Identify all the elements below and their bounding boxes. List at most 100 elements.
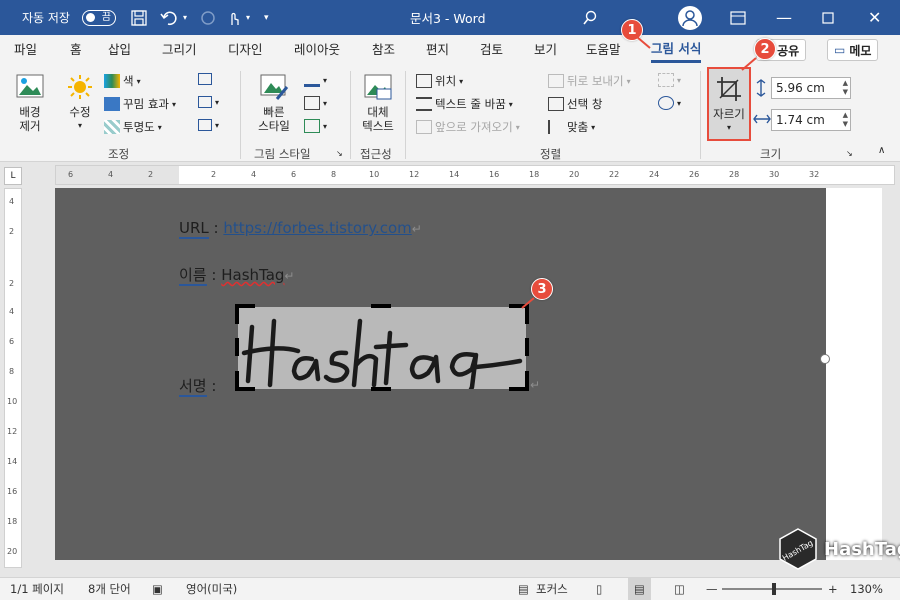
color-button[interactable]: 색 ▾ [104, 73, 141, 89]
url-link[interactable]: https://forbes.tistory.com [223, 219, 411, 237]
zoom-level[interactable]: 130% [850, 578, 883, 600]
signature-label: 서명 [179, 377, 207, 397]
language-indicator[interactable]: 영어(미국) [186, 578, 237, 600]
account-avatar[interactable] [678, 0, 702, 35]
comments-button[interactable]: ▭ 메모 [827, 39, 879, 61]
tab-draw[interactable]: 그리기 [162, 35, 197, 65]
zoom-out-button[interactable]: — [706, 578, 718, 600]
undo-icon[interactable] [160, 0, 180, 35]
tab-insert[interactable]: 삽입 [108, 35, 131, 65]
align-button[interactable]: 맞춤 ▾ [548, 119, 595, 135]
position-button[interactable]: 위치 ▾ [416, 73, 463, 89]
tab-references[interactable]: 참조 [372, 35, 395, 65]
zoom-in-button[interactable]: + [828, 578, 838, 600]
size-launcher-icon[interactable]: ↘ [846, 149, 853, 158]
touch-dropdown-icon[interactable]: ▾ [246, 0, 250, 35]
web-layout-icon[interactable]: ◫ [674, 578, 685, 600]
crop-handle-top[interactable] [371, 304, 391, 308]
signature-image[interactable] [238, 307, 526, 398]
ruler-tick: 32 [809, 170, 820, 179]
tab-home[interactable]: 홈 [70, 35, 82, 65]
width-input[interactable]: 1.74 cm ▲ ▼ [771, 109, 851, 131]
maximize-icon[interactable] [822, 0, 834, 35]
artistic-effects-button[interactable]: 꾸밈 효과 ▾ [104, 96, 176, 112]
picture-border-button[interactable]: ▾ [304, 73, 327, 87]
ruler-tick: 22 [609, 170, 620, 179]
anchor-handle[interactable] [820, 354, 830, 364]
page-count[interactable]: 1/1 페이지 [10, 578, 64, 600]
name-value: HashTag [221, 266, 285, 284]
crop-handle-right[interactable] [525, 338, 529, 356]
corrections-button[interactable]: 수정 ▾ [60, 73, 100, 133]
picture-styles-launcher-icon[interactable]: ↘ [336, 149, 343, 158]
vertical-ruler[interactable]: 4 2 2 4 6 8 10 12 14 16 18 20 [4, 188, 22, 568]
word-count[interactable]: 8개 단어 [88, 578, 131, 600]
focus-icon[interactable]: ▤ [518, 578, 529, 600]
ruler-tick: 20 [569, 170, 580, 179]
tab-mailings[interactable]: 편지 [426, 35, 449, 65]
wrap-text-label: 텍스트 줄 바꿈 [435, 97, 506, 111]
wrap-text-button[interactable]: 텍스트 줄 바꿈 ▾ [416, 96, 513, 112]
watermark-logo-icon: HashTag [779, 528, 817, 570]
selection-pane-button[interactable]: 선택 창 [548, 96, 602, 112]
ruler-tick: 2 [211, 170, 217, 179]
close-icon[interactable]: ✕ [868, 0, 881, 35]
touch-mode-icon[interactable] [226, 0, 242, 35]
crop-button[interactable]: 자르기 ▾ [707, 67, 751, 141]
save-icon[interactable] [130, 0, 148, 35]
callout-arrow [636, 36, 651, 49]
minimize-icon[interactable]: — [776, 0, 792, 35]
read-mode-icon[interactable]: ▯ [596, 578, 602, 600]
ruler-tick: 8 [331, 170, 337, 179]
search-icon[interactable] [582, 0, 598, 35]
height-spinner[interactable]: ▲ ▼ [843, 79, 848, 97]
picture-layout-button[interactable]: ▾ [304, 119, 327, 133]
width-spinner[interactable]: ▲ ▼ [843, 111, 848, 129]
tab-review[interactable]: 검토 [480, 35, 503, 65]
tab-picture-format[interactable]: 그림 서식 [651, 35, 702, 63]
tab-design[interactable]: 디자인 [228, 35, 263, 65]
tab-selector[interactable]: L [4, 167, 22, 185]
crop-handle-left[interactable] [235, 338, 239, 356]
zoom-slider-thumb[interactable] [772, 583, 776, 595]
ruler-tick: 18 [529, 170, 540, 179]
reset-picture-icon[interactable]: ▾ [198, 119, 219, 131]
ribbon-display-icon[interactable] [730, 0, 746, 35]
transparency-button[interactable]: 투명도 ▾ [104, 119, 162, 135]
pen-border-icon [304, 73, 320, 87]
print-layout-icon[interactable]: ▤ [628, 578, 651, 600]
customize-qat-icon[interactable]: ▾ [264, 0, 269, 35]
undo-dropdown-icon[interactable]: ▾ [183, 0, 187, 35]
tab-layout[interactable]: 레이아웃 [294, 35, 340, 65]
tab-file[interactable]: 파일 [14, 35, 37, 65]
rotate-icon[interactable]: ▾ [658, 96, 681, 110]
ruler-tick: 8 [9, 367, 15, 376]
send-backward-label: 뒤로 보내기 [567, 74, 624, 88]
horizontal-ruler[interactable]: 6 4 2 2 4 6 8 10 12 14 16 18 20 22 24 26… [55, 165, 895, 185]
comment-icon: ▭ [834, 43, 846, 57]
redo-icon[interactable] [198, 0, 218, 35]
collapse-ribbon-icon[interactable]: ∧ [878, 145, 885, 156]
handwritten-signature [241, 318, 523, 398]
quick-styles-button[interactable]: 빠른 스타일 [250, 73, 298, 133]
ruler-tick: 14 [449, 170, 460, 179]
height-input[interactable]: 5.96 cm ▲ ▼ [771, 77, 851, 99]
proofing-icon[interactable]: ▣ [152, 578, 163, 600]
alt-text-button[interactable]: 대체 텍스트 [356, 73, 400, 133]
crop-handle-tl-v[interactable] [235, 304, 239, 324]
group-objects-icon[interactable]: ▾ [658, 73, 681, 87]
color-icon [104, 74, 120, 88]
crop-handle-bottom[interactable] [371, 387, 391, 391]
remove-background-button[interactable]: 배경 제거 [8, 73, 52, 133]
send-backward-button[interactable]: 뒤로 보내기 ▾ [548, 73, 631, 89]
crop-handle-bl-v[interactable] [235, 371, 239, 391]
tab-help[interactable]: 도움말 [586, 35, 621, 65]
bring-forward-button[interactable]: 앞으로 가져오기 ▾ [416, 119, 520, 135]
autosave-toggle[interactable]: 끔 [82, 9, 116, 26]
change-picture-icon[interactable]: ▾ [198, 96, 219, 108]
crop-handle-br-v[interactable] [525, 371, 529, 391]
focus-mode-button[interactable]: 포커스 [536, 578, 568, 600]
compress-pictures-icon[interactable] [198, 73, 215, 85]
tab-view[interactable]: 보기 [534, 35, 557, 65]
picture-effects-button[interactable]: ▾ [304, 96, 327, 110]
